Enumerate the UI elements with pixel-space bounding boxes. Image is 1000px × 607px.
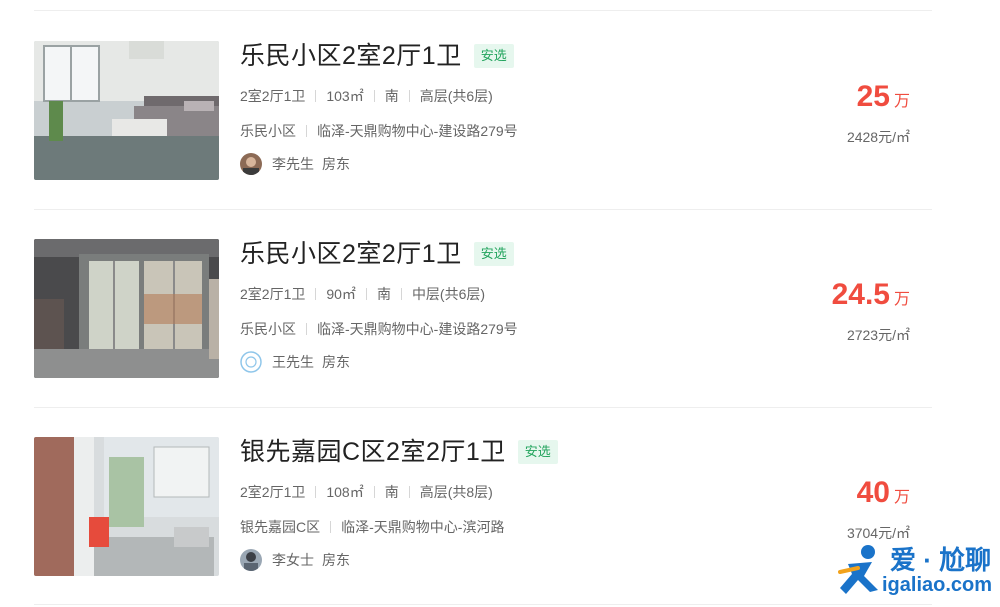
separator <box>315 90 317 102</box>
separator <box>408 90 410 102</box>
location-text: 临泽-天鼎购物中心-建设路279号 <box>317 123 518 139</box>
location-text: 临泽-天鼎购物中心-建设路279号 <box>317 321 518 337</box>
community-link[interactable]: 乐民小区 <box>240 121 296 141</box>
floor-text: 高层(共8层) <box>419 484 493 500</box>
total-price: 40 万 <box>857 477 910 509</box>
listing-attributes: 2室2厅1卫 108㎡ 南 高层(共8层) <box>240 482 493 502</box>
price-unit: 万 <box>893 291 910 308</box>
divider-top <box>34 10 932 11</box>
separator <box>408 486 410 498</box>
area-text: 103㎡ <box>326 88 364 104</box>
verified-badge: 安选 <box>473 44 514 68</box>
listing-address: 银先嘉园C区 临泽-天鼎购物中心-滨河路 <box>240 517 504 537</box>
owner-role: 房东 <box>322 552 350 568</box>
area-text: 90㎡ <box>326 286 356 302</box>
unit-price: 2723元/㎡ <box>846 327 910 343</box>
separator <box>306 323 307 335</box>
divider <box>34 604 932 605</box>
avatar <box>240 549 262 571</box>
verified-badge: 安选 <box>473 242 514 266</box>
interior-photo <box>34 437 219 576</box>
listing-title[interactable]: 银先嘉园C区2室2厅1卫 <box>240 437 506 467</box>
balcony-door-photo <box>34 239 219 378</box>
price-value: 25 <box>856 80 890 113</box>
separator <box>373 90 375 102</box>
layout-text: 2室2厅1卫 <box>240 88 306 104</box>
owner-info: 李女士 房东 <box>240 549 350 571</box>
owner-name: 李女士 <box>272 552 314 568</box>
runner-logo-icon <box>838 545 878 594</box>
floor-text: 高层(共6层) <box>419 88 493 104</box>
separator <box>315 288 317 300</box>
listing-address: 乐民小区 临泽-天鼎购物中心-建设路279号 <box>240 121 518 141</box>
listing-title[interactable]: 乐民小区2室2厅1卫 <box>240 239 462 269</box>
community-link[interactable]: 银先嘉园C区 <box>240 517 320 537</box>
divider <box>34 209 932 210</box>
separator <box>330 521 332 533</box>
listing-card[interactable]: 乐民小区2室2厅1卫 安选 2室2厅1卫 103㎡ 南 高层(共6层) 乐民小区… <box>0 41 1000 181</box>
title-row: 乐民小区2室2厅1卫 安选 <box>240 239 514 269</box>
separator <box>306 125 307 137</box>
layout-text: 2室2厅1卫 <box>240 484 306 500</box>
avatar <box>240 153 262 175</box>
price-unit: 万 <box>893 489 910 506</box>
default-avatar-icon <box>240 351 262 373</box>
listing-card[interactable]: 乐民小区2室2厅1卫 安选 2室2厅1卫 90㎡ 南 中层(共6层) 乐民小区 … <box>0 239 1000 379</box>
title-row: 银先嘉园C区2室2厅1卫 安选 <box>240 437 558 467</box>
price-unit: 万 <box>893 93 910 110</box>
price-value: 40 <box>856 476 890 509</box>
location-text: 临泽-天鼎购物中心-滨河路 <box>341 519 505 535</box>
orientation-text: 南 <box>376 286 391 302</box>
listing-address: 乐民小区 临泽-天鼎购物中心-建设路279号 <box>240 319 518 339</box>
owner-name: 王先生 <box>272 354 314 370</box>
title-row: 乐民小区2室2厅1卫 安选 <box>240 41 514 71</box>
owner-info: 李先生 房东 <box>240 153 350 175</box>
unit-price: 2428元/㎡ <box>846 129 910 145</box>
listing-attributes: 2室2厅1卫 90㎡ 南 中层(共6层) <box>240 284 485 304</box>
listing-photo[interactable] <box>34 437 219 576</box>
area-text: 108㎡ <box>326 484 364 500</box>
living-room-photo <box>34 41 219 180</box>
person-avatar-icon <box>240 153 262 175</box>
community-link[interactable]: 乐民小区 <box>240 319 296 339</box>
owner-name: 李先生 <box>272 156 314 172</box>
total-price: 24.5 万 <box>832 279 910 311</box>
avatar <box>240 351 262 373</box>
listing-title[interactable]: 乐民小区2室2厅1卫 <box>240 41 462 71</box>
separator <box>400 288 402 300</box>
watermark-title: 爱 · 尬聊 <box>890 545 992 575</box>
orientation-text: 南 <box>384 88 399 104</box>
owner-info: 王先生 房东 <box>240 351 350 373</box>
separator <box>373 486 375 498</box>
separator <box>365 288 367 300</box>
owner-role: 房东 <box>322 354 350 370</box>
floor-text: 中层(共6层) <box>411 286 486 302</box>
layout-text: 2室2厅1卫 <box>240 286 306 302</box>
verified-badge: 安选 <box>517 440 558 464</box>
price-value: 24.5 <box>831 278 890 311</box>
listing-photo[interactable] <box>34 239 219 378</box>
separator <box>315 486 317 498</box>
site-watermark: 爱 · 尬聊 igaliao.com <box>838 540 1000 602</box>
listing-attributes: 2室2厅1卫 103㎡ 南 高层(共6层) <box>240 86 493 106</box>
orientation-text: 南 <box>384 484 399 500</box>
listing-photo[interactable] <box>34 41 219 180</box>
total-price: 25 万 <box>857 81 910 113</box>
owner-role: 房东 <box>322 156 350 172</box>
person-avatar-icon <box>240 549 262 571</box>
watermark-domain: igaliao.com <box>882 574 993 596</box>
divider <box>34 407 932 408</box>
